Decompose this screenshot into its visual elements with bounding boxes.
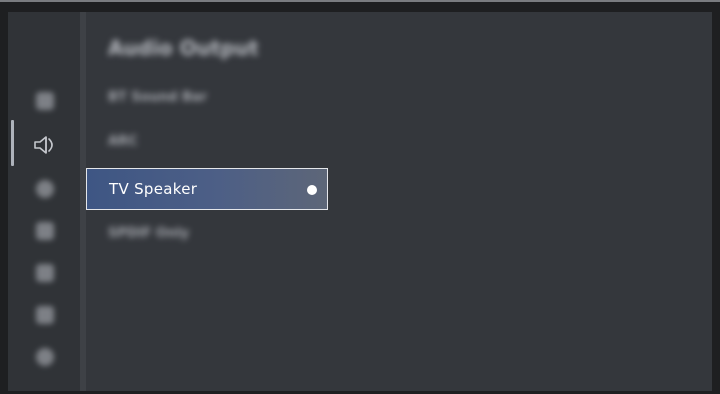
option-tv-speaker[interactable]: TV Speaker	[86, 168, 328, 210]
settings-screen: Audio Output BT Sound Bar ARC TV Speaker…	[8, 12, 712, 391]
option-arc[interactable]: ARC	[108, 134, 138, 149]
option-spdif-only[interactable]: SPDIF Only	[108, 226, 189, 241]
active-category-marker	[11, 120, 14, 166]
menu-title: Audio Output	[108, 36, 259, 60]
system-icon[interactable]	[36, 306, 54, 324]
option-label: TV Speaker	[109, 180, 198, 198]
picture-icon[interactable]	[36, 92, 54, 110]
network-icon[interactable]	[36, 180, 54, 198]
channel-icon[interactable]	[36, 222, 54, 240]
settings-sidebar	[8, 12, 80, 391]
support-icon[interactable]	[36, 348, 54, 366]
tv-frame: Audio Output BT Sound Bar ARC TV Speaker…	[0, 2, 720, 394]
selected-radio-icon	[307, 185, 317, 195]
option-bt-sound-bar[interactable]: BT Sound Bar	[108, 90, 207, 105]
sound-icon[interactable]	[33, 134, 59, 156]
accessibility-icon[interactable]	[36, 264, 54, 282]
speaker-glyph	[34, 136, 53, 154]
